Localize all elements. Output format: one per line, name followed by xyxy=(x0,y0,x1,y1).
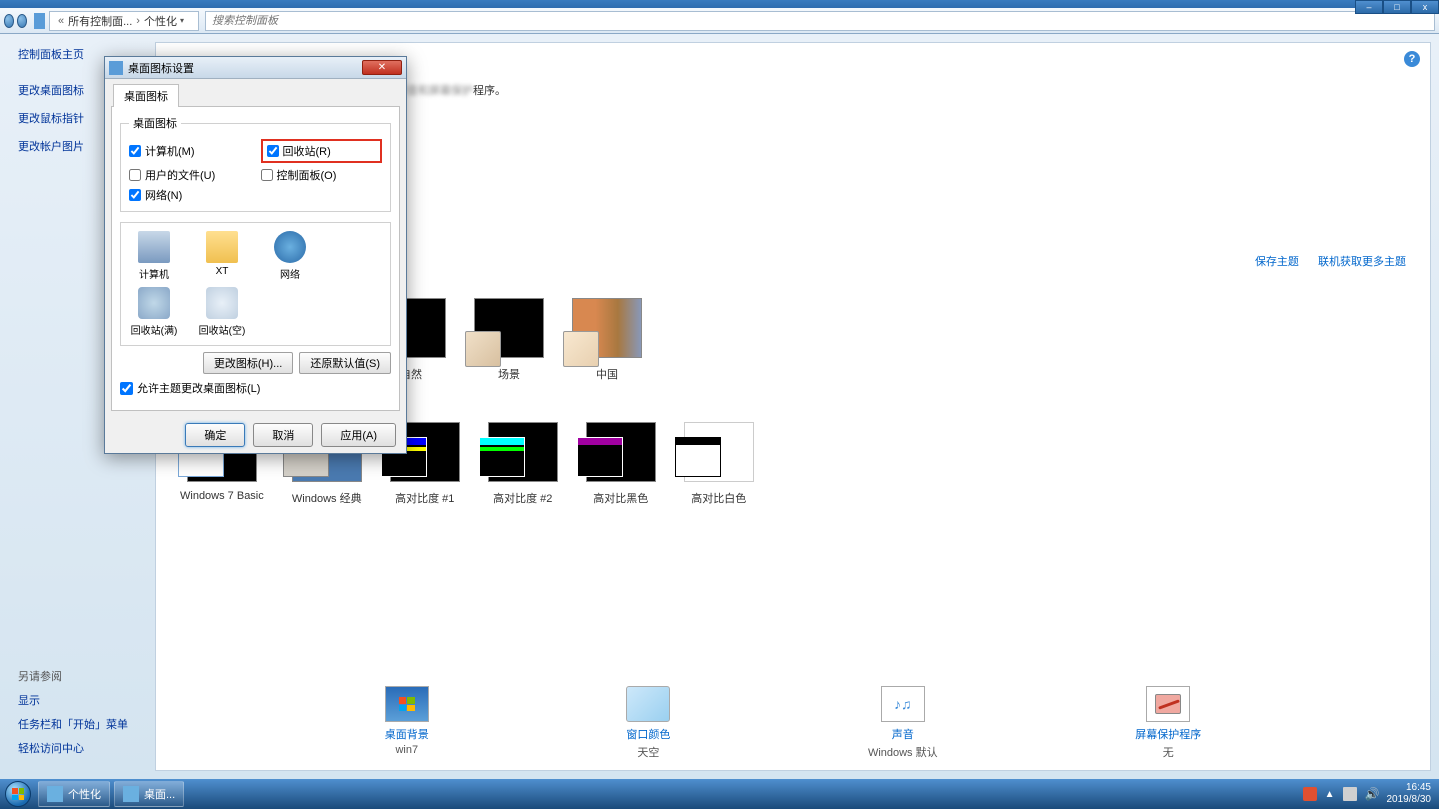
help-icon[interactable]: ? xyxy=(1404,51,1420,67)
checkbox-computer[interactable]: 计算机(M) xyxy=(129,139,251,163)
sidebar-see-also-header: 另请参阅 xyxy=(18,668,128,684)
icon-user-folder[interactable]: XT xyxy=(197,231,247,281)
window-color-icon xyxy=(626,686,670,722)
window-color-setting[interactable]: 窗口颜色 天空 xyxy=(626,686,670,760)
icon-computer[interactable]: 计算机 xyxy=(129,231,179,281)
theme-high-contrast-2[interactable]: 高对比度 #2 xyxy=(488,422,558,506)
dialog-tab-desktop-icons[interactable]: 桌面图标 xyxy=(113,84,179,107)
ok-button[interactable]: 确定 xyxy=(185,423,245,447)
get-more-themes-link[interactable]: 联机获取更多主题 xyxy=(1318,256,1406,268)
desktop-icon-settings-dialog: 桌面图标设置 ✕ 桌面图标 桌面图标 计算机(M) 回收站(R) 用户的文件(U… xyxy=(104,56,407,454)
sounds-icon: ♪♫ xyxy=(881,686,925,722)
theme-high-contrast-black[interactable]: 高对比黑色 xyxy=(586,422,656,506)
tray-clock[interactable]: 16:45 2019/8/30 xyxy=(1387,782,1432,806)
icon-network[interactable]: 网络 xyxy=(265,231,315,281)
fieldset-legend: 桌面图标 xyxy=(129,115,181,131)
system-tray: ▲ 🔊 16:45 2019/8/30 xyxy=(1295,782,1439,806)
dialog-close-button[interactable]: ✕ xyxy=(362,60,402,75)
breadcrumb-level1[interactable]: 所有控制面... xyxy=(68,13,132,29)
window-controls: – □ x xyxy=(1355,0,1439,14)
sidebar-link-taskbar-start[interactable]: 任务栏和「开始」菜单 xyxy=(18,716,128,732)
sidebar-link-ease-of-access[interactable]: 轻松访问中心 xyxy=(18,740,128,756)
icon-preview-grid: 计算机 XT 网络 回收站(满) 回收站(空) xyxy=(120,222,391,346)
desktop-background-icon xyxy=(385,686,429,722)
maximize-button[interactable]: □ xyxy=(1383,0,1411,14)
allow-themes-checkbox[interactable]: 允许主题更改桌面图标(L) xyxy=(120,380,391,396)
theme-high-contrast-white[interactable]: 高对比白色 xyxy=(684,422,754,506)
taskbar-desktop-icons[interactable]: 桌面... xyxy=(114,781,184,807)
tray-sogou-icon[interactable] xyxy=(1303,787,1317,801)
sounds-setting[interactable]: ♪♫ 声音 Windows 默认 xyxy=(868,686,938,760)
breadcrumb-level2[interactable]: 个性化 xyxy=(144,13,177,29)
close-button[interactable]: x xyxy=(1411,0,1439,14)
theme-scenes[interactable]: 场景 xyxy=(474,298,544,382)
taskbar-personalization[interactable]: 个性化 xyxy=(38,781,110,807)
screensaver-icon xyxy=(1146,686,1190,722)
checkbox-control-panel[interactable]: 控制面板(O) xyxy=(261,167,383,183)
desktop-background-setting[interactable]: 桌面背景 win7 xyxy=(385,686,429,760)
nav-forward-button[interactable] xyxy=(17,14,27,28)
checkbox-network[interactable]: 网络(N) xyxy=(129,187,251,203)
dialog-icon xyxy=(109,61,123,75)
start-button[interactable] xyxy=(0,779,36,809)
bottom-settings: 桌面背景 win7 窗口颜色 天空 ♪♫ 声音 Windows 默认 屏幕保护程… xyxy=(156,686,1430,760)
desktop-icons-fieldset: 桌面图标 计算机(M) 回收站(R) 用户的文件(U) 控制面板(O) 网络(N… xyxy=(120,115,391,212)
tray-volume-icon[interactable]: 🔊 xyxy=(1365,787,1379,801)
nav-back-button[interactable] xyxy=(4,14,14,28)
sidebar-link-display[interactable]: 显示 xyxy=(18,692,128,708)
theme-china[interactable]: 中国 xyxy=(572,298,642,382)
restore-default-button[interactable]: 还原默认值(S) xyxy=(299,352,391,374)
sidebar-see-also: 另请参阅 显示 任务栏和「开始」菜单 轻松访问中心 xyxy=(18,668,128,764)
address-bar: « 所有控制面... › 个性化 ▾ xyxy=(0,8,1439,34)
screensaver-setting[interactable]: 屏幕保护程序 无 xyxy=(1135,686,1201,760)
theme-actions: 保存主题 联机获取更多主题 xyxy=(1239,253,1406,269)
change-icon-button[interactable]: 更改图标(H)... xyxy=(203,352,293,374)
save-theme-link[interactable]: 保存主题 xyxy=(1255,256,1299,268)
checkbox-recycle-bin[interactable]: 回收站(R) xyxy=(261,139,383,163)
tray-show-hidden-icon[interactable]: ▲ xyxy=(1325,789,1335,800)
taskbar: 个性化 桌面... ▲ 🔊 16:45 2019/8/30 xyxy=(0,779,1439,809)
personalization-icon xyxy=(47,786,63,802)
minimize-button[interactable]: – xyxy=(1355,0,1383,14)
dialog-titlebar[interactable]: 桌面图标设置 ✕ xyxy=(105,57,406,79)
apply-button[interactable]: 应用(A) xyxy=(321,423,396,447)
cancel-button[interactable]: 取消 xyxy=(253,423,313,447)
tray-network-icon[interactable] xyxy=(1343,787,1357,801)
dialog-title: 桌面图标设置 xyxy=(128,60,194,76)
breadcrumb[interactable]: « 所有控制面... › 个性化 ▾ xyxy=(49,11,199,31)
icon-recycle-empty[interactable]: 回收站(空) xyxy=(197,287,247,337)
icon-recycle-full[interactable]: 回收站(满) xyxy=(129,287,179,337)
checkbox-user-files[interactable]: 用户的文件(U) xyxy=(129,167,251,183)
desktop-icons-taskbar-icon xyxy=(123,786,139,802)
search-input[interactable] xyxy=(205,11,1435,31)
explorer-icon xyxy=(34,13,45,29)
